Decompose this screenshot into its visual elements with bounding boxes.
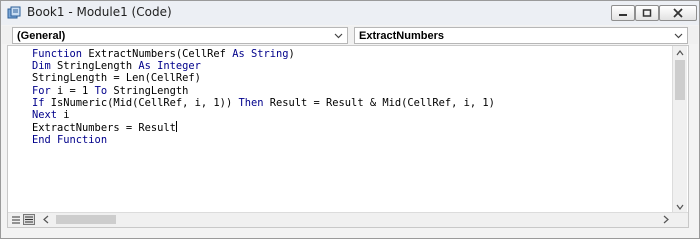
full-module-view-icon[interactable] [23, 214, 35, 225]
code-line[interactable]: Function ExtractNumbers(CellRef As Strin… [32, 48, 495, 60]
code-token: ExtractNumbers(CellRef [88, 48, 233, 60]
procedure-combo-bar: (General) ExtractNumbers [2, 26, 698, 44]
text-caret [175, 121, 177, 133]
code-text[interactable]: Function ExtractNumbers(CellRef As Strin… [32, 48, 495, 147]
code-line[interactable]: End Function [32, 134, 495, 146]
object-combo[interactable]: (General) [12, 27, 348, 44]
code-line[interactable]: ExtractNumbers = Result [32, 121, 495, 134]
minimize-icon [619, 14, 627, 16]
horizontal-scroll-thumb[interactable] [56, 215, 116, 224]
code-token: ) [288, 48, 295, 60]
restore-icon [642, 9, 652, 17]
code-token: StringLength [113, 84, 189, 97]
code-line[interactable]: If IsNumeric(Mid(CellRef, i, 1)) Then Re… [32, 97, 495, 109]
code-keyword: End Function [32, 134, 108, 147]
close-button[interactable] [659, 5, 697, 21]
code-keyword: Dim [32, 60, 58, 73]
scroll-right-icon[interactable] [660, 214, 672, 225]
scroll-up-icon[interactable] [673, 47, 687, 59]
code-keyword: Then [238, 96, 270, 109]
chevron-down-icon [674, 33, 683, 39]
vba-module-icon [7, 6, 21, 20]
horizontal-scrollbar-bar [8, 212, 688, 227]
code-keyword: To [94, 84, 114, 97]
title-bar[interactable]: Book1 - Module1 (Code) [1, 1, 699, 25]
close-icon [673, 8, 683, 18]
code-token: i [63, 109, 70, 122]
procedure-combo-value: ExtractNumbers [359, 30, 444, 42]
code-token: ExtractNumbers = Result [32, 122, 176, 135]
vba-code-window: Book1 - Module1 (Code) (General) Extract… [0, 0, 700, 239]
code-keyword: Next [32, 109, 64, 122]
code-token: StringLength = Len(CellRef) [32, 72, 201, 85]
object-combo-value: (General) [17, 30, 66, 42]
scrollbar-corner [674, 213, 688, 227]
code-line[interactable]: Dim StringLength As Integer [32, 60, 495, 72]
restore-button[interactable] [635, 5, 659, 21]
code-token: IsNumeric(Mid(CellRef, i, 1)) [50, 96, 239, 109]
code-token: i = 1 [57, 84, 95, 97]
code-token: StringLength [57, 60, 139, 73]
minimize-button[interactable] [611, 5, 635, 21]
code-keyword: As String [232, 48, 289, 60]
vertical-scroll-thumb[interactable] [675, 60, 685, 100]
vertical-scrollbar[interactable] [672, 46, 687, 214]
code-keyword: For [32, 84, 58, 97]
code-keyword: Function [32, 48, 89, 60]
code-editor[interactable]: Function ExtractNumbers(CellRef As Strin… [7, 45, 689, 228]
procedure-combo[interactable]: ExtractNumbers [354, 27, 688, 44]
procedure-view-icon[interactable] [10, 214, 22, 225]
code-line[interactable]: For i = 1 To StringLength [32, 85, 495, 97]
window-title: Book1 - Module1 (Code) [27, 5, 172, 19]
scroll-left-icon[interactable] [40, 214, 52, 225]
code-keyword: As Integer [138, 60, 201, 73]
code-keyword: If [32, 96, 51, 109]
code-line[interactable]: StringLength = Len(CellRef) [32, 72, 495, 84]
code-line[interactable]: Next i [32, 109, 495, 121]
chevron-down-icon [334, 33, 343, 39]
code-token: Result = Result & Mid(CellRef, i, 1) [269, 96, 495, 109]
